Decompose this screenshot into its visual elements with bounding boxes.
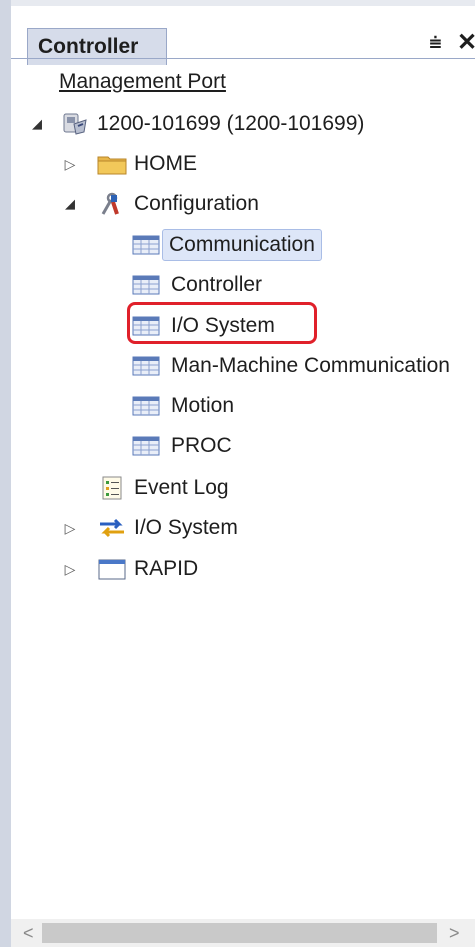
horizontal-scrollbar[interactable]: < >	[11, 919, 475, 947]
management-port-label: Management Port	[59, 70, 226, 93]
io-system-icon	[100, 518, 124, 538]
tree-item-configuration[interactable]: Configuration	[97, 185, 259, 223]
scroll-left-icon[interactable]: <	[23, 919, 43, 947]
table-icon	[132, 275, 160, 295]
communication-label: Communication	[162, 229, 322, 261]
config-item-motion[interactable]: Motion	[131, 387, 237, 425]
rapid-icon	[98, 559, 126, 580]
tree-item-rapid[interactable]: RAPID	[97, 550, 198, 588]
tree-item-io-system[interactable]: I/O System	[97, 509, 238, 547]
home-label: HOME	[134, 152, 197, 175]
tree-item-event-log[interactable]: Event Log	[97, 469, 229, 507]
controller-icon	[63, 113, 87, 135]
controller-node[interactable]: 1200-101699 (1200-101699)	[60, 105, 364, 143]
proc-label: PROC	[171, 434, 232, 457]
controller-tree: Management Port ◢ 1200-101699 (1200-1016…	[11, 59, 475, 919]
collapse-arrow-icon[interactable]: ◢	[63, 185, 77, 223]
event-log-icon	[102, 476, 122, 500]
folder-icon	[97, 156, 127, 175]
io-system-label: I/O System	[134, 516, 238, 539]
config-item-communication[interactable]: Communication	[131, 226, 322, 264]
config-item-proc[interactable]: PROC	[131, 427, 235, 465]
rapid-label: RAPID	[134, 557, 199, 580]
left-edge	[0, 0, 11, 947]
config-item-controller[interactable]: Controller	[131, 266, 265, 304]
motion-label: Motion	[171, 394, 235, 417]
table-icon	[132, 396, 160, 416]
pin-icon[interactable]: ⩧	[429, 26, 449, 60]
man-machine-communication-label: Man-Machine Communication	[171, 354, 450, 377]
close-icon[interactable]: ✕	[457, 26, 475, 60]
scroll-thumb[interactable]	[42, 923, 437, 943]
event-log-label: Event Log	[134, 476, 229, 499]
tree-item-home[interactable]: HOME	[97, 145, 197, 183]
tab-strip: Controller ⩧ ✕	[11, 6, 475, 65]
tab-label: Controller	[38, 35, 139, 58]
table-icon	[132, 356, 160, 376]
table-icon	[132, 235, 160, 255]
controller-label: Controller	[171, 273, 263, 296]
scroll-right-icon[interactable]: >	[449, 919, 469, 947]
controller-panel: Controller ⩧ ✕ Management Port ◢ 1200-10…	[0, 0, 475, 947]
config-item-man-machine-communication[interactable]: Man-Machine Communication	[131, 347, 453, 385]
table-icon	[132, 436, 160, 456]
configuration-label: Configuration	[134, 192, 259, 215]
highlight-box	[127, 302, 317, 344]
tools-icon	[101, 192, 119, 215]
controller-node-label: 1200-101699 (1200-101699)	[97, 112, 365, 135]
expand-arrow-icon[interactable]: ▷	[63, 145, 77, 183]
collapse-arrow-icon[interactable]: ◢	[30, 105, 44, 143]
expand-arrow-icon[interactable]: ▷	[63, 509, 77, 547]
expand-arrow-icon[interactable]: ▷	[63, 550, 77, 588]
management-port-node[interactable]: Management Port	[59, 63, 226, 101]
